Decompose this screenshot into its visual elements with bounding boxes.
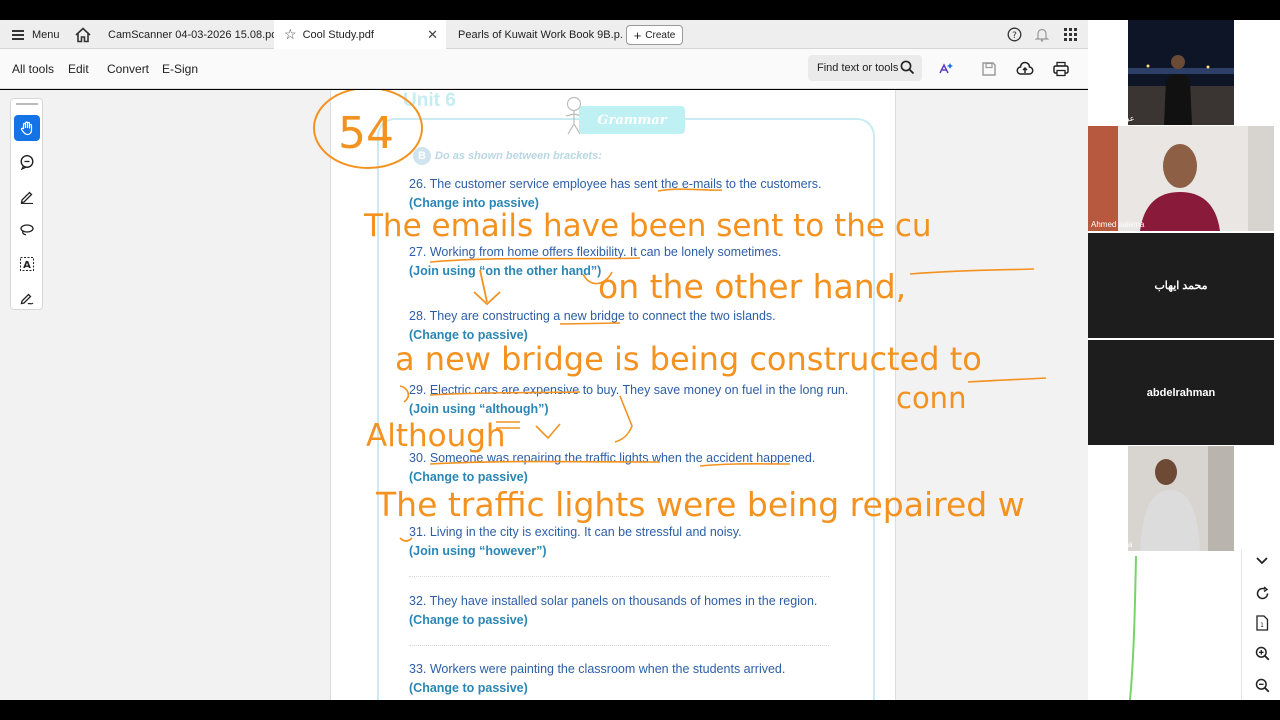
- lasso-draw-icon[interactable]: [14, 217, 40, 243]
- star-icon[interactable]: ☆: [284, 26, 297, 43]
- participant-video-room: [1088, 126, 1274, 231]
- quick-tools-rail: A: [10, 98, 43, 310]
- find-text-or-tools-button[interactable]: Find text or tools: [808, 55, 922, 81]
- chevron-down-icon[interactable]: [1253, 552, 1271, 570]
- comment-icon[interactable]: [14, 149, 40, 175]
- question-29: 29. Electric cars are expensive to buy. …: [409, 383, 849, 397]
- zoom-out-icon[interactable]: [1253, 676, 1271, 694]
- participant-tile[interactable]: abdelrahman: [1088, 340, 1274, 445]
- instruction-33: (Change to passive): [409, 681, 528, 695]
- bell-icon[interactable]: [1034, 26, 1050, 42]
- find-label: Find text or tools: [817, 62, 899, 74]
- text-select-icon[interactable]: A: [14, 251, 40, 277]
- plus-icon: +: [633, 27, 642, 43]
- create-button[interactable]: + Create: [626, 25, 683, 45]
- upload-cloud-icon[interactable]: [1016, 60, 1034, 78]
- svg-text:1: 1: [1260, 622, 1264, 629]
- participant-name: محمد ايهاب: [1154, 280, 1208, 292]
- participant-tile[interactable]: عبدالله محمد: [1088, 20, 1274, 125]
- instruction-27: (Join using “on the other hand”): [409, 264, 602, 278]
- unit-heading: Unit 6: [403, 90, 456, 111]
- menu-label: Menu: [32, 28, 60, 41]
- highlight-pen-icon[interactable]: [14, 183, 40, 209]
- participant-tile[interactable]: Ahmed salama: [1088, 126, 1274, 231]
- question-27: 27. Working from home offers flexibility…: [409, 245, 782, 259]
- apps-grid-icon[interactable]: [1062, 26, 1078, 42]
- pdf-page[interactable]: Unit 6 Grammar B Do as shown between bra…: [330, 90, 896, 700]
- instruction-26: (Change into passive): [409, 196, 539, 210]
- view-controls: 1: [1241, 550, 1280, 700]
- question-28: 28. They are constructing a new bridge t…: [409, 309, 776, 323]
- answer-line: [409, 576, 829, 577]
- participant-video-night-city: [1088, 20, 1274, 125]
- instruction-32: (Change to passive): [409, 613, 528, 627]
- participant-name: Ali Hamada: [1091, 540, 1133, 549]
- grammar-banner: Grammar: [579, 106, 685, 134]
- question-33: 33. Workers were painting the classroom …: [409, 662, 786, 676]
- page-number-icon[interactable]: 1: [1253, 614, 1271, 632]
- participant-name: Ahmed salama: [1091, 220, 1145, 229]
- question-26: 26. The customer service employee has se…: [409, 177, 822, 191]
- zoom-in-icon[interactable]: [1253, 644, 1271, 662]
- tab-cool-study[interactable]: ☆ Cool Study.pdf ✕: [274, 20, 446, 49]
- esign-menu[interactable]: E-Sign: [162, 62, 198, 76]
- instruction-28: (Change to passive): [409, 328, 528, 342]
- fill-sign-icon[interactable]: [14, 285, 40, 311]
- question-32: 32. They have installed solar panels on …: [409, 594, 818, 608]
- question-30: 30. Someone was repairing the traffic li…: [409, 451, 816, 465]
- answer-line: [409, 645, 829, 646]
- section-heading: B Do as shown between brackets:: [413, 147, 602, 165]
- question-31: 31. Living in the city is exciting. It c…: [409, 525, 742, 539]
- section-title: Do as shown between brackets:: [435, 150, 602, 162]
- tab-label: CamScanner 04-03-2026 15.08.pdf: [108, 28, 274, 41]
- participant-tile[interactable]: Ali Hamada: [1088, 446, 1274, 551]
- close-icon[interactable]: ✕: [427, 27, 438, 43]
- hamburger-icon: [12, 29, 24, 40]
- tab-label: Pearls of Kuwait Work Book 9B.p...: [458, 28, 622, 41]
- participant-tile[interactable]: محمد ايهاب: [1088, 233, 1274, 338]
- rail-handle: [16, 103, 38, 105]
- top-black-bar: [0, 0, 1280, 20]
- menu-button[interactable]: Menu: [0, 20, 60, 49]
- rotate-icon[interactable]: [1253, 584, 1271, 602]
- svg-text:?: ?: [1012, 31, 1017, 41]
- create-label: Create: [645, 29, 676, 41]
- svg-text:A: A: [23, 260, 31, 271]
- participant-name: abdelrahman: [1146, 386, 1216, 399]
- participant-video-mirror: [1088, 446, 1274, 551]
- bottom-black-bar: [0, 700, 1280, 720]
- tab-label: Cool Study.pdf: [302, 28, 374, 41]
- edit-menu[interactable]: Edit: [68, 62, 89, 76]
- tab-camscanner[interactable]: CamScanner 04-03-2026 15.08.pdf: [98, 20, 274, 49]
- print-icon[interactable]: [1052, 60, 1070, 78]
- section-letter: B: [413, 147, 431, 165]
- main-toolbar: All tools Edit Convert E-Sign Find text …: [0, 49, 1088, 89]
- participant-name: عبدالله محمد: [1091, 114, 1135, 123]
- tab-bar: Menu CamScanner 04-03-2026 15.08.pdf ☆ C…: [0, 20, 1088, 49]
- convert-menu[interactable]: Convert: [107, 62, 149, 76]
- hand-tool-icon[interactable]: [14, 115, 40, 141]
- instruction-31: (Join using “however”): [409, 544, 547, 558]
- search-icon: [900, 60, 915, 75]
- home-icon[interactable]: [74, 26, 92, 44]
- instruction-30: (Change to passive): [409, 470, 528, 484]
- green-ink-stroke: [1129, 556, 1137, 700]
- save-icon[interactable]: [980, 60, 998, 78]
- ai-assistant-icon[interactable]: [937, 60, 955, 78]
- help-icon[interactable]: ?: [1006, 26, 1022, 42]
- instruction-29: (Join using “although”): [409, 402, 549, 416]
- all-tools-menu[interactable]: All tools: [12, 62, 54, 76]
- tab-pearls-workbook[interactable]: Pearls of Kuwait Work Book 9B.p...: [448, 20, 622, 49]
